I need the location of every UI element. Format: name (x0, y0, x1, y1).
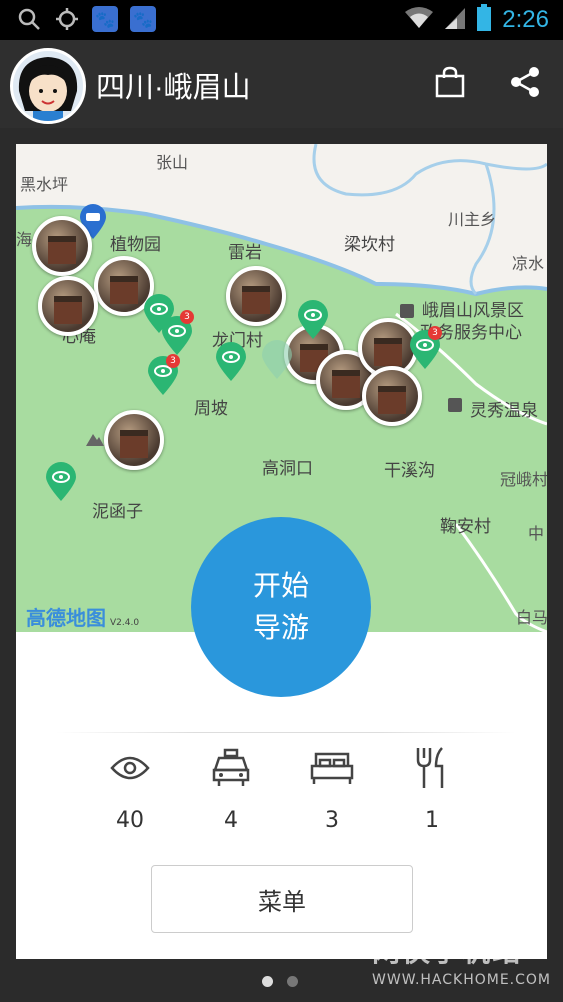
stat-restaurants[interactable]: 1 (392, 744, 472, 833)
start-tour-button[interactable]: 开始 导游 (191, 517, 371, 697)
sight-pin[interactable] (298, 300, 328, 340)
stat-transport-count: 4 (224, 808, 238, 833)
watermark: 网侠手机站 WWW.HACKHOME.COM (372, 930, 551, 988)
status-bar: 🐾 🐾 2:26 (0, 0, 563, 40)
scenic-card: 张山 黑水坪 川主乡 凉水 植物园 雷岩 梁坎村 峨眉山风景区 政务服务中心 心… (16, 144, 547, 959)
cluster-badge: 3 (428, 326, 442, 340)
page-title: 四川·峨眉山 (96, 72, 251, 104)
app-bar: 四川·峨眉山 (0, 40, 563, 128)
clock: 2:26 (502, 6, 549, 33)
map-label: 周坡 (194, 399, 228, 419)
map-label: 梁坎村 (344, 235, 395, 255)
stat-sights-count: 40 (116, 808, 144, 833)
watermark-url: WWW.HACKHOME.COM (372, 972, 551, 988)
map-label: 植物园 (110, 235, 161, 255)
scenic-photo-marker[interactable] (32, 216, 92, 276)
stat-sights[interactable]: 40 (90, 744, 170, 833)
sight-pin[interactable] (216, 342, 246, 382)
gps-icon (54, 6, 80, 32)
map-label: 泥函子 (92, 502, 143, 522)
scenic-photo-marker[interactable] (104, 410, 164, 470)
search-icon (16, 6, 42, 32)
map-label: 黑水坪 (20, 175, 69, 194)
watermark-brand: 网侠手机站 (372, 935, 523, 968)
scenic-photo-marker[interactable] (38, 276, 98, 336)
sight-pin[interactable] (46, 462, 76, 502)
fork-knife-icon (392, 744, 472, 792)
map-label: 鞠安村 (440, 517, 491, 537)
signal-icon (444, 6, 466, 34)
cart-button[interactable] (430, 62, 470, 102)
poi-icon (400, 304, 414, 318)
cluster-badge: 3 (166, 354, 180, 368)
divider (56, 732, 516, 733)
sight-pin[interactable] (262, 340, 292, 380)
stat-hotels[interactable]: 3 (292, 744, 372, 833)
scenic-photo-marker[interactable] (226, 266, 286, 326)
map-label: 川主乡 (448, 210, 497, 229)
page-indicator (262, 976, 298, 987)
map-label: 中 (528, 524, 545, 543)
scenic-photo-marker[interactable] (362, 366, 422, 426)
poi-icon (448, 398, 462, 412)
bed-icon (292, 744, 372, 792)
map-label: 海 (16, 230, 33, 249)
eye-pin-icon (46, 462, 76, 501)
eye-pin-icon (298, 300, 328, 339)
map-label: 干溪沟 (384, 461, 435, 481)
map-label: 雷岩 (228, 243, 262, 263)
stat-hotels-count: 3 (325, 808, 339, 833)
taxi-icon (191, 744, 271, 792)
avatar[interactable] (10, 48, 86, 124)
wifi-icon (404, 6, 434, 34)
map-label: 冠峨村 (500, 470, 547, 489)
map-label: 张山 (156, 153, 189, 172)
page-dot-active[interactable] (262, 976, 273, 987)
eye-pin-icon (262, 340, 292, 379)
start-tour-label-line1: 开始 (252, 569, 309, 602)
baidu-paw-icon-2: 🐾 (130, 6, 156, 32)
start-tour-label-line2: 导游 (252, 611, 309, 644)
shopping-bag-icon (435, 66, 465, 98)
stat-restaurants-count: 1 (425, 808, 439, 833)
map-label: 凉水 (512, 254, 545, 273)
map-label: 灵秀温泉 (470, 401, 538, 421)
eye-icon (90, 744, 170, 792)
map-label: 白马 (516, 608, 547, 627)
share-icon (511, 67, 539, 97)
map-provider-logo: 高德地图 V2.4.0 (26, 606, 140, 630)
page-dot[interactable] (287, 976, 298, 987)
eye-pin-icon (216, 342, 246, 381)
baidu-paw-icon: 🐾 (92, 6, 118, 32)
share-button[interactable] (505, 62, 545, 102)
menu-button[interactable]: 菜单 (151, 865, 413, 933)
cluster-badge: 3 (180, 310, 194, 324)
map-label: 高洞口 (262, 459, 313, 479)
battery-icon (476, 4, 492, 36)
stat-transport[interactable]: 4 (191, 744, 271, 833)
